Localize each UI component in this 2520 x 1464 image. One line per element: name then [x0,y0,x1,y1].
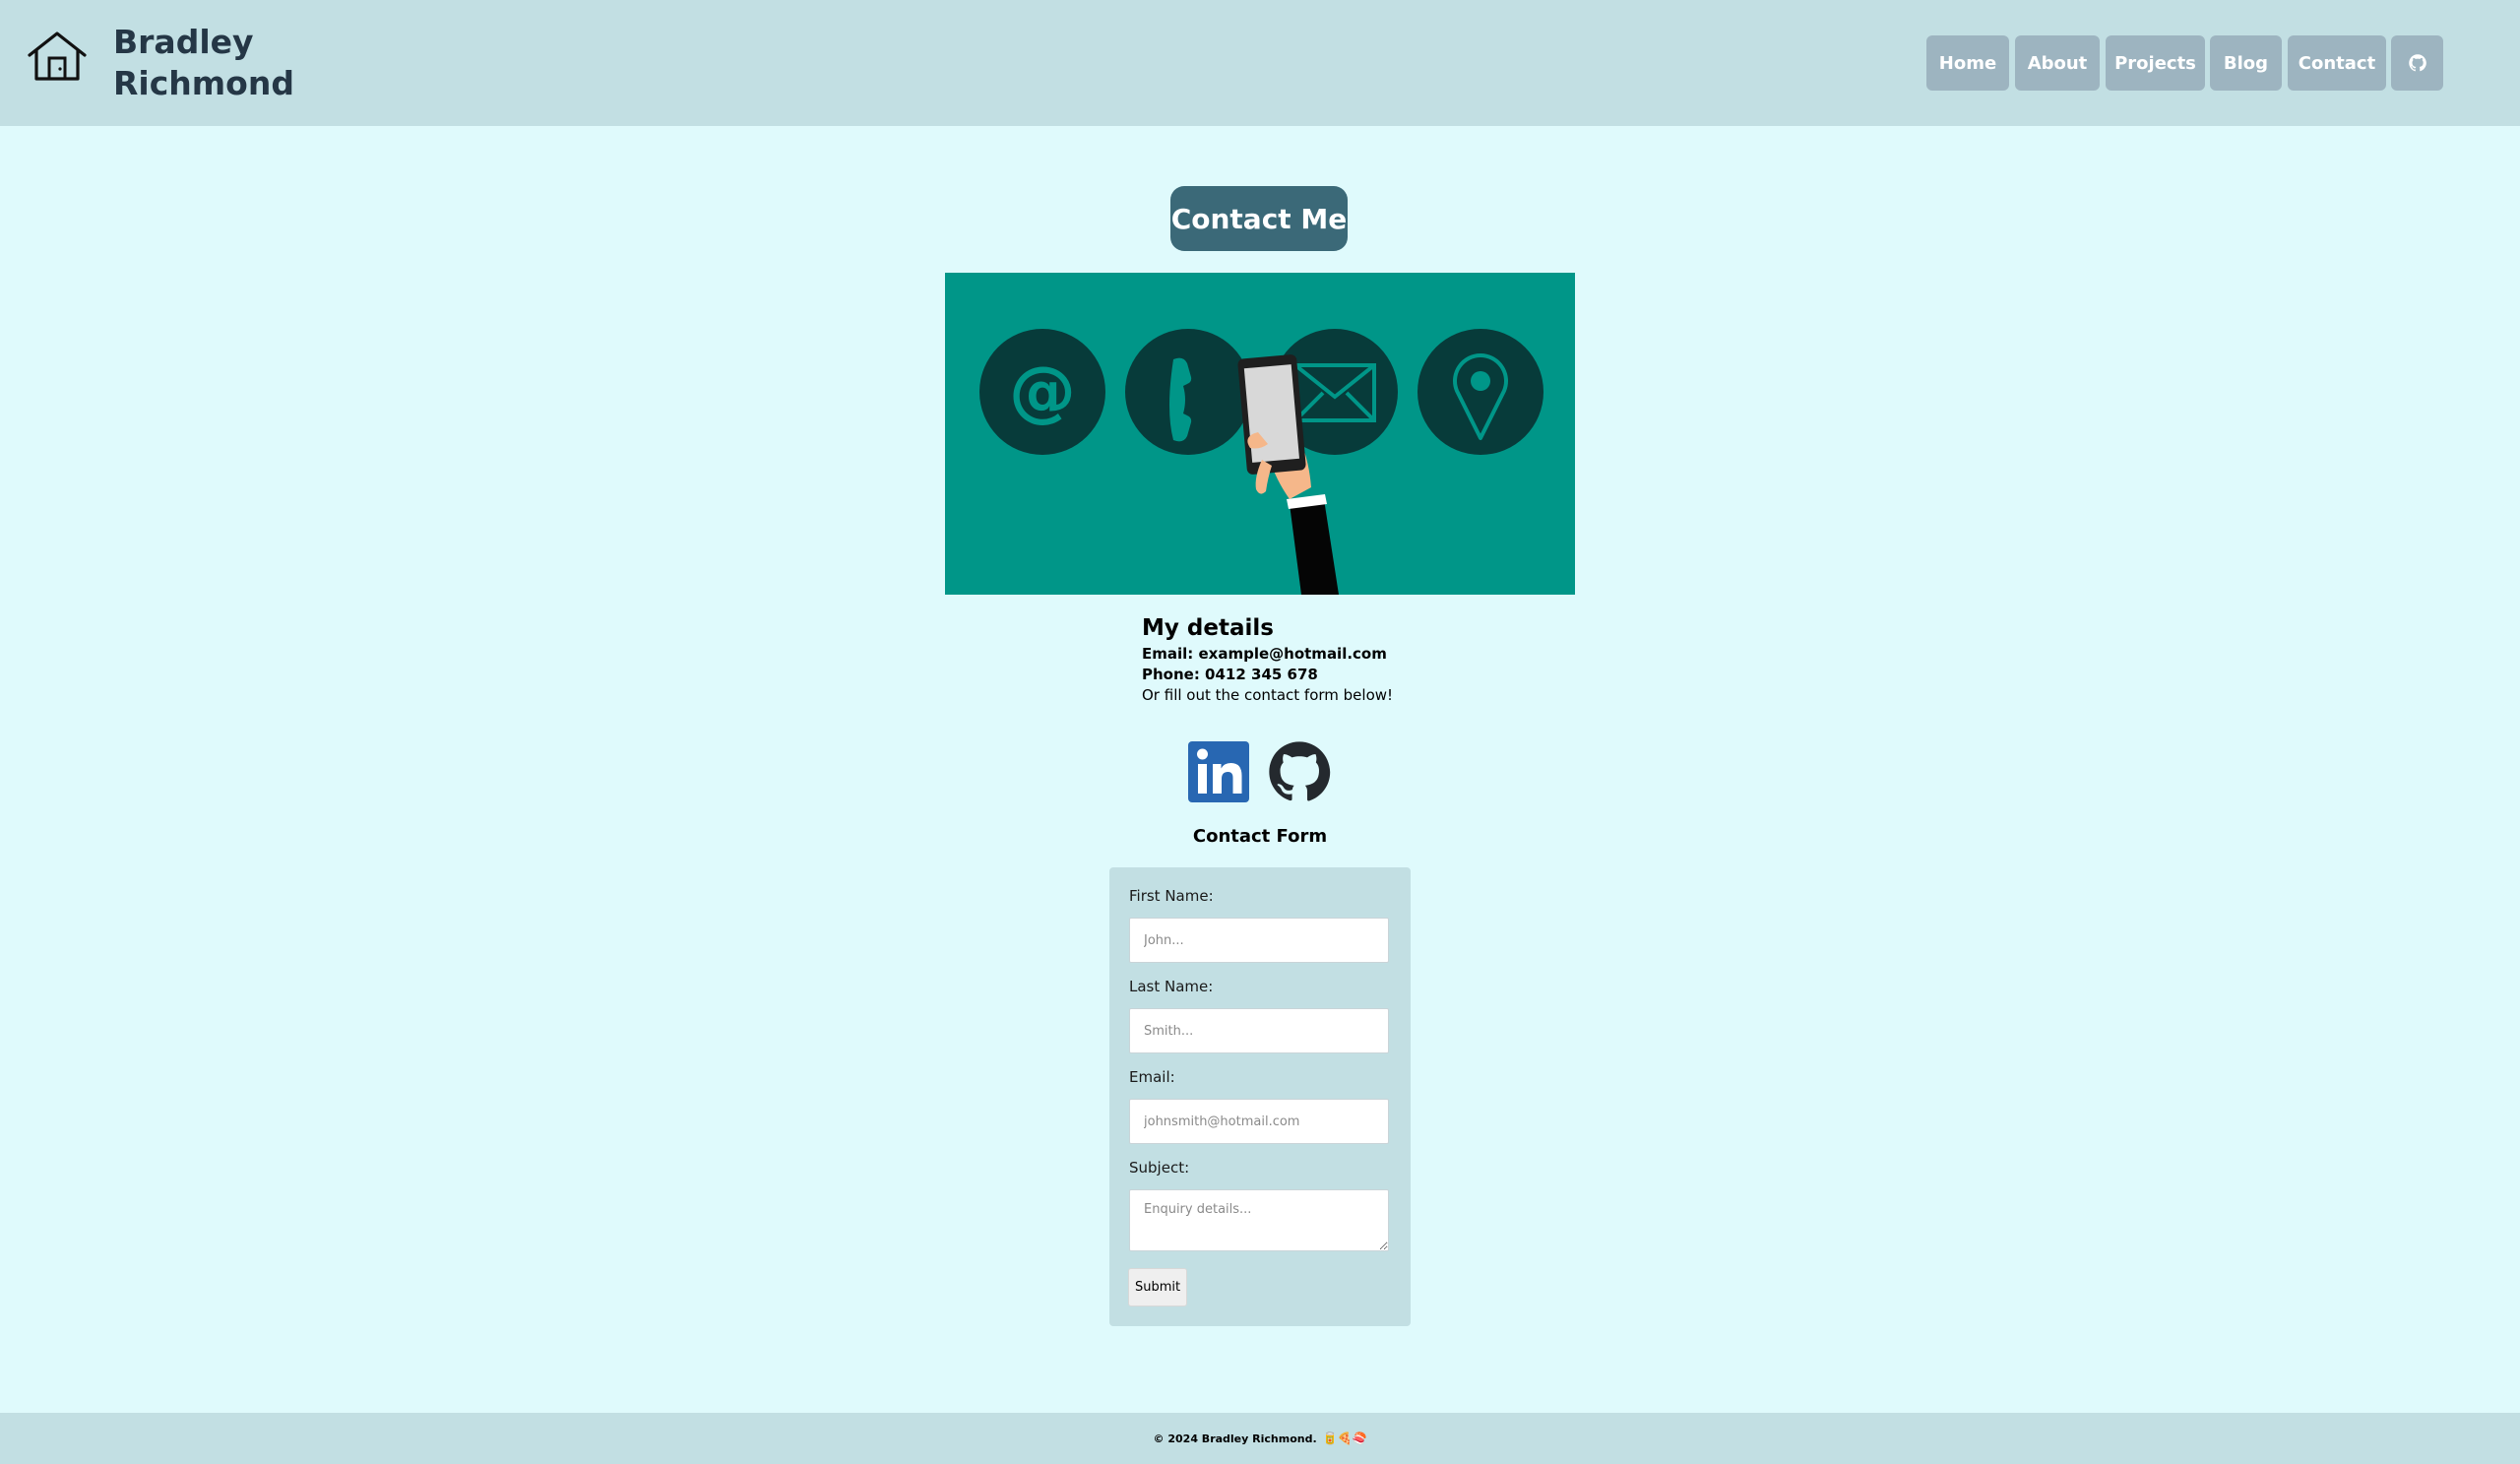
details-heading: My details [1142,615,1274,641]
nav-projects[interactable]: Projects [2106,35,2205,91]
first-name-label: First Name: [1129,887,1214,905]
contact-form: First Name: Last Name: Email: Subject: S… [1109,867,1411,1326]
page-title-button[interactable]: Contact Me [1170,186,1348,251]
home-icon[interactable] [26,30,89,83]
submit-button[interactable]: Submit [1128,1268,1187,1306]
footer-copyright: © 2024 Bradley Richmond. [1153,1432,1317,1445]
subject-textarea[interactable] [1129,1189,1389,1251]
email-label: Email: [1129,1068,1175,1086]
nav-github[interactable] [2391,35,2443,91]
footer-emoji: 🥫🍕🍣 [1322,1432,1367,1445]
github-icon[interactable] [1268,740,1331,803]
subject-label: Subject: [1129,1159,1190,1177]
github-icon [2408,54,2426,72]
brand-first-name: Bradley [113,23,254,61]
contact-form-heading: Contact Form [1192,826,1328,847]
last-name-label: Last Name: [1129,978,1214,995]
my-details: My details Email: example@hotmail.com Ph… [1142,612,1457,706]
email-input[interactable] [1129,1099,1389,1144]
linkedin-icon[interactable] [1188,740,1251,803]
nav-home[interactable]: Home [1926,35,2009,91]
site-footer: © 2024 Bradley Richmond. 🥫🍕🍣 [0,1413,2520,1464]
svg-text:@: @ [1009,352,1076,430]
nav-blog[interactable]: Blog [2210,35,2282,91]
brand-last-name: Richmond [113,64,294,102]
contact-hero-image: @ [945,273,1575,595]
details-email: Email: example@hotmail.com [1142,645,1387,663]
first-name-input[interactable] [1129,918,1389,963]
last-name-input[interactable] [1129,1008,1389,1053]
details-phone: Phone: 0412 345 678 [1142,666,1318,683]
nav-about[interactable]: About [2015,35,2100,91]
site-brand[interactable]: Bradley Richmond [113,22,369,104]
nav-contact[interactable]: Contact [2288,35,2386,91]
site-header: Bradley Richmond Home About Projects Blo… [0,0,2520,126]
details-note: Or fill out the contact form below! [1142,686,1394,704]
